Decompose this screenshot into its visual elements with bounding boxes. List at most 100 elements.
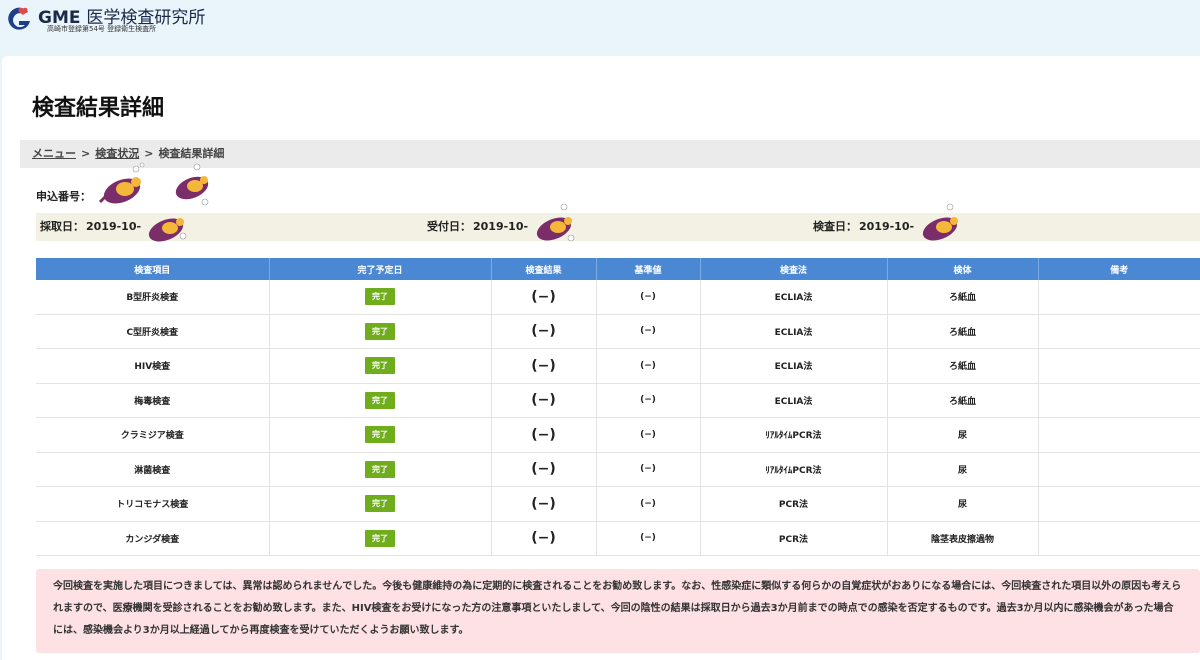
column-header-item: 検査項目: [36, 258, 270, 280]
column-header-method: 検査法: [700, 258, 888, 280]
cell-item: C型肝炎検査: [36, 314, 270, 349]
cell-status: 完了: [269, 314, 492, 349]
cell-standard: (−): [596, 452, 701, 487]
cell-result: (−): [491, 417, 597, 453]
application-number-label: 申込番号：: [36, 190, 91, 203]
cell-standard: (−): [596, 383, 701, 418]
cell-result: (−): [491, 521, 597, 556]
cell-result: (−): [491, 486, 597, 522]
cell-note: [1038, 417, 1200, 453]
sweet-potato-sticker-icon: [148, 218, 187, 242]
result-value: (−): [531, 426, 556, 443]
status-badge: 完了: [365, 391, 395, 409]
cell-note: [1038, 486, 1200, 522]
standard-value: (−): [640, 395, 656, 406]
cell-item: クラミジア検査: [36, 417, 270, 453]
table-row: 梅毒検査 完了 (−) (−) ECLIA法 ろ紙血: [36, 383, 1200, 418]
standard-value: (−): [640, 498, 656, 509]
cell-note: [1038, 348, 1200, 384]
cell-standard: (−): [596, 486, 701, 522]
cell-method: PCR法: [700, 486, 888, 522]
column-header-specimen: 検体: [887, 258, 1039, 280]
cell-method: ECLIA法: [700, 280, 888, 315]
status-badge: 完了: [365, 322, 395, 340]
cell-status: 完了: [269, 417, 492, 453]
cell-status: 完了: [269, 348, 492, 384]
collected-date-label: 採取日：: [40, 220, 84, 233]
sweet-potato-sticker-icon: [922, 203, 958, 241]
breadcrumb-current: 検査結果詳細: [158, 147, 225, 160]
cell-status: 完了: [269, 521, 492, 556]
breadcrumb-separator: >: [144, 147, 154, 160]
received-date-value: 2019-10-: [473, 220, 529, 233]
application-number: 申込番号：: [36, 188, 91, 204]
cell-standard: (−): [596, 280, 701, 315]
collected-date: 採取日： 2019-10-: [40, 213, 141, 241]
result-value: (−): [531, 392, 556, 409]
cell-standard: (−): [596, 314, 701, 349]
main-panel: 検査結果詳細 メニュー > 検査状況 > 検査結果詳細 申込番号： 採取日： 2019-1…: [2, 56, 1200, 660]
cell-standard: (−): [596, 417, 701, 453]
brand-subtitle: 高崎市登録第54号 登録衛生検査所: [47, 25, 157, 33]
result-value: (−): [531, 495, 556, 512]
cell-result: (−): [491, 348, 597, 384]
cell-specimen: 陰茎表皮擦過物: [887, 521, 1039, 556]
cell-item: HIV検査: [36, 348, 270, 384]
cell-specimen: ろ紙血: [887, 314, 1039, 349]
breadcrumb-menu-link[interactable]: メニュー: [32, 147, 76, 160]
cell-standard: (−): [596, 348, 701, 384]
cell-item: 淋菌検査: [36, 452, 270, 487]
cell-specimen: 尿: [887, 417, 1039, 453]
result-value: (−): [531, 357, 556, 374]
cell-item: B型肝炎検査: [36, 280, 270, 315]
cell-method: ECLIA法: [700, 383, 888, 418]
cell-note: [1038, 452, 1200, 487]
status-badge: 完了: [365, 529, 395, 547]
cell-method: ﾘｱﾙﾀｲﾑPCR法: [700, 452, 888, 487]
table-row: クラミジア検査 完了 (−) (−) ﾘｱﾙﾀｲﾑPCR法 尿: [36, 417, 1200, 453]
cell-specimen: ろ紙血: [887, 348, 1039, 384]
result-value: (−): [531, 530, 556, 547]
column-header-result: 検査結果: [491, 258, 597, 280]
standard-value: (−): [640, 326, 656, 337]
standard-value: (−): [640, 533, 656, 544]
table-row: 淋菌検査 完了 (−) (−) ﾘｱﾙﾀｲﾑPCR法 尿: [36, 452, 1200, 487]
status-badge: 完了: [365, 495, 395, 513]
cell-note: [1038, 314, 1200, 349]
sweet-potato-sticker-icon: [98, 162, 145, 204]
cell-result: (−): [491, 314, 597, 349]
cell-standard: (−): [596, 521, 701, 556]
tested-date: 検査日： 2019-10-: [813, 213, 914, 241]
table-row: HIV検査 完了 (−) (−) ECLIA法 ろ紙血: [36, 348, 1200, 384]
result-value: (−): [531, 461, 556, 478]
table-header-row: 検査項目 完了予定日 検査結果 基準値 検査法 検体 備考: [36, 258, 1200, 280]
cell-result: (−): [491, 452, 597, 487]
cell-status: 完了: [269, 383, 492, 418]
date-bar: 採取日： 2019-10- 受付日： 2019-10- 検査日： 2019-10-: [36, 213, 1200, 241]
table-row: B型肝炎検査 完了 (−) (−) ECLIA法 ろ紙血: [36, 280, 1200, 315]
cell-item: 梅毒検査: [36, 383, 270, 418]
standard-value: (−): [640, 429, 656, 440]
collected-date-value: 2019-10-: [86, 220, 142, 233]
breadcrumb-status-link[interactable]: 検査状況: [95, 147, 139, 160]
gme-logo-icon[interactable]: [4, 4, 34, 34]
results-table: 検査項目 完了予定日 検査結果 基準値 検査法 検体 備考 B型肝炎検査 完了 …: [36, 258, 1200, 556]
standard-value: (−): [640, 464, 656, 475]
result-value: (−): [531, 288, 556, 305]
status-badge: 完了: [365, 288, 395, 306]
cell-note: [1038, 521, 1200, 556]
result-notice: 今回検査を実施した項目につきましては、異常は認められませんでした。今後も健康維持…: [36, 569, 1200, 653]
status-badge: 完了: [365, 357, 395, 375]
cell-note: [1038, 383, 1200, 418]
cell-status: 完了: [269, 452, 492, 487]
table-row: C型肝炎検査 完了 (−) (−) ECLIA法 ろ紙血: [36, 314, 1200, 349]
page-title: 検査結果詳細: [32, 96, 165, 121]
site-header: GME 医学検査研究所 高崎市登録第54号 登録衛生検査所: [0, 0, 1200, 56]
cell-specimen: ろ紙血: [887, 280, 1039, 315]
column-header-standard: 基準値: [596, 258, 701, 280]
received-date: 受付日： 2019-10-: [427, 213, 528, 241]
sweet-potato-sticker-icon: [536, 203, 575, 242]
cell-specimen: ろ紙血: [887, 383, 1039, 418]
standard-value: (−): [640, 360, 656, 371]
result-value: (−): [531, 323, 556, 340]
